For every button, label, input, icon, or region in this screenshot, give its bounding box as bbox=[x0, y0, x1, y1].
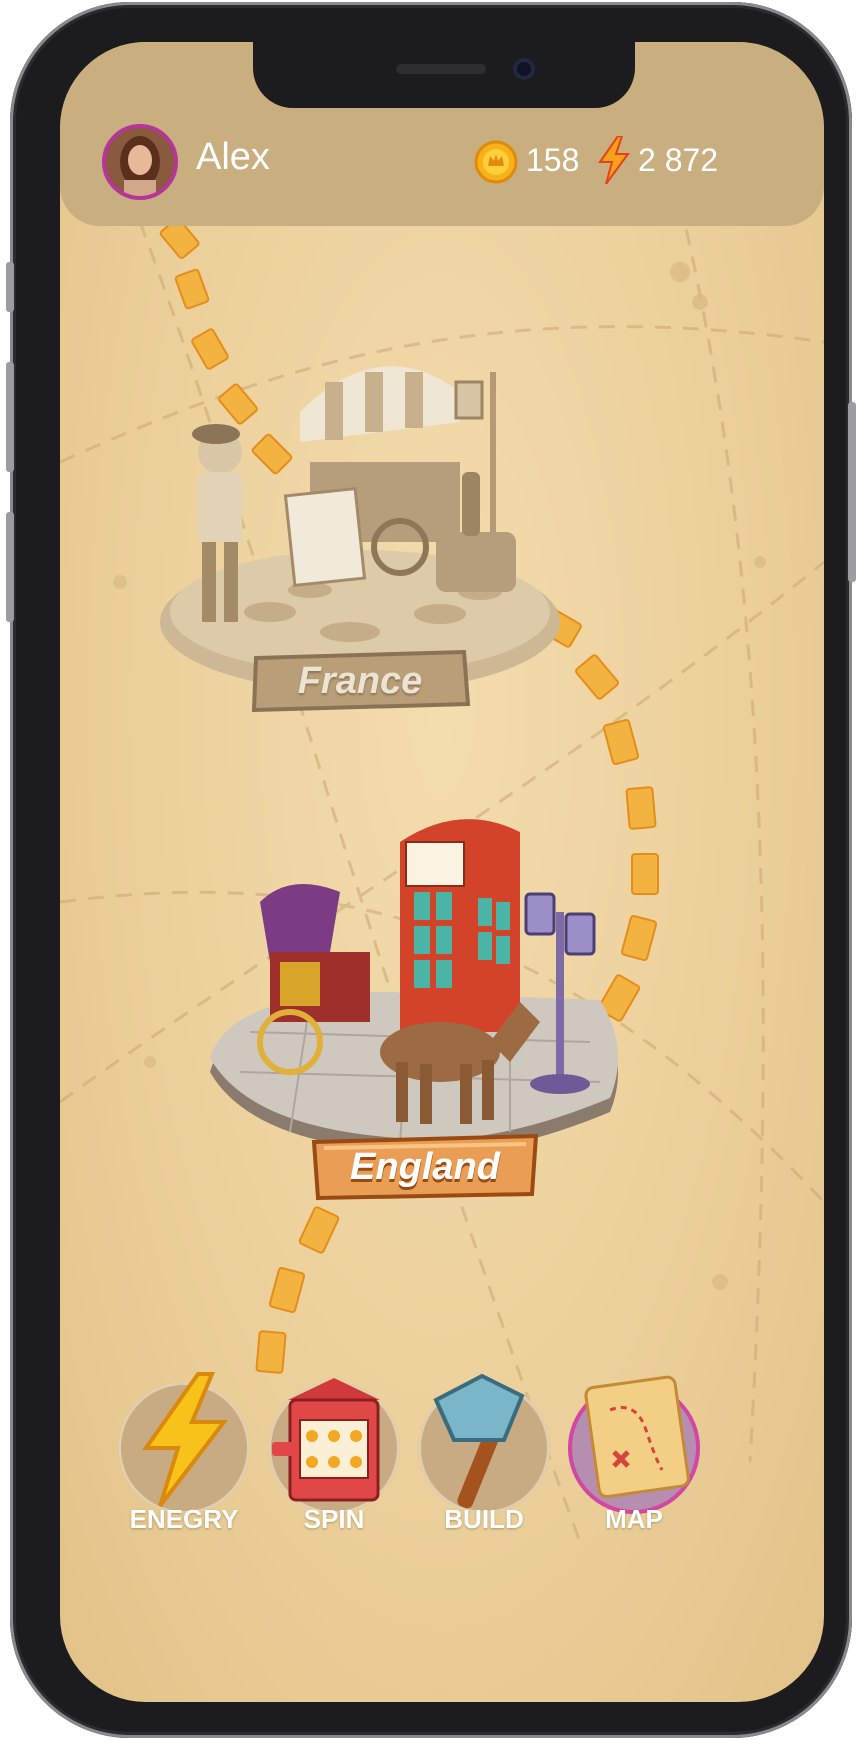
game-screen: Alex 158 2 872 France England ENEGRY SPI… bbox=[60, 42, 824, 1702]
camera bbox=[513, 58, 535, 80]
nav-spin-button[interactable]: SPIN bbox=[266, 1378, 402, 1542]
power-button bbox=[848, 402, 856, 582]
notch bbox=[253, 42, 635, 108]
lightning-bolt-icon bbox=[598, 136, 630, 184]
volume-up-button bbox=[6, 362, 14, 472]
treasure-map-icon bbox=[584, 1375, 690, 1499]
england-illustration bbox=[210, 819, 618, 1154]
nav-energy-button[interactable]: ENEGRY bbox=[116, 1372, 252, 1542]
avatar-portrait bbox=[106, 128, 174, 196]
player-name: Alex bbox=[196, 136, 270, 178]
lightning-bolt-icon bbox=[142, 1372, 229, 1508]
coin-icon bbox=[474, 140, 518, 184]
energy-count: 2 872 bbox=[638, 142, 719, 178]
france-illustration bbox=[160, 366, 560, 692]
hammer-icon bbox=[433, 1373, 525, 1509]
volume-down-button bbox=[6, 512, 14, 622]
nav-build-button[interactable]: BUILD bbox=[416, 1373, 552, 1542]
nav-label: MAP bbox=[605, 1504, 663, 1534]
nav-label: BUILD bbox=[444, 1504, 524, 1534]
slot-machine-icon bbox=[272, 1378, 380, 1502]
england-sign: England bbox=[310, 1132, 540, 1202]
speaker bbox=[396, 64, 486, 74]
phone-frame: Alex 158 2 872 France England ENEGRY SPI… bbox=[6, 2, 856, 1738]
player-avatar[interactable] bbox=[102, 124, 178, 200]
nav-label: SPIN bbox=[303, 1504, 365, 1534]
location-england[interactable]: England bbox=[190, 802, 630, 1222]
location-france[interactable]: France bbox=[150, 342, 570, 762]
nav-map-button[interactable]: MAP bbox=[566, 1375, 702, 1542]
location-name-england: England bbox=[350, 1145, 500, 1188]
mute-switch bbox=[6, 262, 14, 312]
france-sign: France bbox=[250, 650, 470, 712]
nav-label: ENEGRY bbox=[129, 1504, 239, 1534]
coin-count: 158 bbox=[526, 142, 580, 178]
location-name-france: France bbox=[297, 659, 423, 702]
